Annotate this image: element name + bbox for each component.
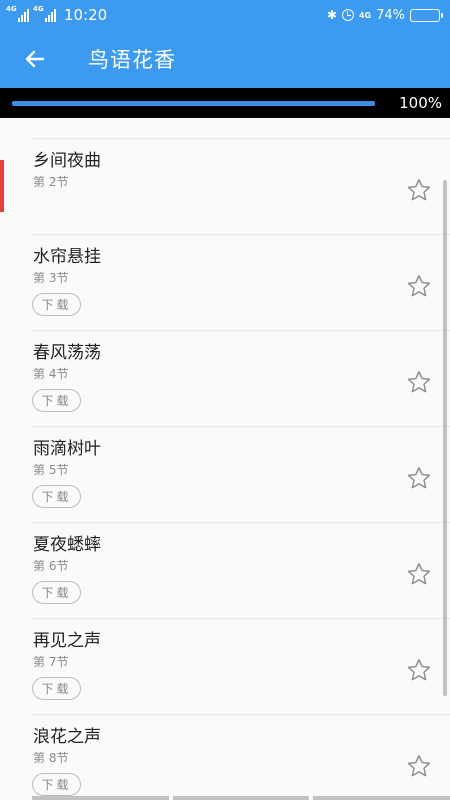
chapter-number: 第 4节 xyxy=(33,367,69,381)
download-button[interactable]: 下载 xyxy=(32,773,81,796)
status-time: 10:20 xyxy=(64,6,108,24)
page-title: 鸟语花香 xyxy=(88,48,176,72)
list-item[interactable]: 水帘悬挂第 3节下载 xyxy=(32,235,450,331)
chapter-title: 浪花之声 xyxy=(33,727,101,747)
star-outline-icon[interactable] xyxy=(406,753,432,779)
list-item[interactable]: 雨滴树叶第 5节下载 xyxy=(32,427,450,523)
star-outline-icon[interactable] xyxy=(406,561,432,587)
arrow-left-icon xyxy=(25,50,45,68)
chapter-list: 乡间夜曲第 2节 水帘悬挂第 3节 下载 春风荡荡第 4节 下载 雨滴树叶第 5节 下载 夏夜… xyxy=(0,139,450,800)
list-item[interactable]: 夏夜蟋蟀第 6节下载 xyxy=(32,523,450,619)
chapter-title: 夏夜蟋蟀 xyxy=(33,535,101,555)
status-left: 4G 4G 10:20 xyxy=(6,5,108,24)
list-item[interactable]: 乡间夜曲第 2节 xyxy=(32,139,450,235)
download-button[interactable]: 下载 xyxy=(32,581,81,604)
battery-icon xyxy=(410,8,443,22)
status-right: ✱ 4G 74% xyxy=(326,7,443,23)
chapter-title: 水帘悬挂 xyxy=(33,247,101,267)
network-4g-badge: 4G xyxy=(358,10,372,20)
list-item[interactable]: 春风荡荡第 4节下载 xyxy=(32,331,450,427)
star-outline-icon[interactable] xyxy=(406,177,432,203)
chapter-title: 再见之声 xyxy=(33,631,101,651)
chapter-number: 第 7节 xyxy=(33,655,69,669)
chapter-title: 雨滴树叶 xyxy=(33,439,101,459)
star-outline-icon[interactable] xyxy=(406,657,432,683)
chapter-number: 第 8节 xyxy=(33,751,69,765)
star-outline-icon[interactable] xyxy=(406,369,432,395)
download-button[interactable]: 下载 xyxy=(32,293,81,316)
download-button[interactable]: 下载 xyxy=(32,677,81,700)
back-button[interactable] xyxy=(0,30,70,88)
battery-percent: 74% xyxy=(376,7,405,23)
chapter-number: 第 6节 xyxy=(33,559,69,573)
scrollbar[interactable] xyxy=(443,180,447,696)
chapter-title: 乡间夜曲 xyxy=(33,151,101,171)
signal-sim1-icon: 4G xyxy=(6,5,29,22)
download-button[interactable]: 下载 xyxy=(32,389,81,412)
sim2-label: 4G xyxy=(33,5,44,13)
progress-track xyxy=(12,100,375,106)
progress-fill xyxy=(12,100,375,106)
list-item[interactable]: 再见之声第 7节下载 xyxy=(32,619,450,715)
chapter-title: 春风荡荡 xyxy=(33,343,101,363)
bottom-indicator xyxy=(32,796,450,800)
signal-sim2-icon: 4G xyxy=(33,5,56,22)
star-outline-icon[interactable] xyxy=(406,273,432,299)
app-bar: 鸟语花香 xyxy=(0,30,450,88)
list-item[interactable]: 浪花之声第 8节下载 xyxy=(32,715,450,800)
chapter-number: 第 3节 xyxy=(33,271,69,285)
chapter-number: 第 2节 xyxy=(33,175,69,189)
download-progress: 100% xyxy=(0,88,450,118)
progress-label: 100% xyxy=(399,94,442,112)
chapter-list-area[interactable]: 乡间夜曲第 2节 水帘悬挂第 3节 下载 春风荡荡第 4节 下载 雨滴树叶第 5节 下载 夏夜… xyxy=(0,118,450,800)
star-outline-icon[interactable] xyxy=(406,465,432,491)
status-bar: 4G 4G 10:20 ✱ 4G 74% xyxy=(0,0,450,30)
chapter-number: 第 5节 xyxy=(33,463,69,477)
alarm-icon xyxy=(341,9,354,21)
sim1-label: 4G xyxy=(6,5,17,13)
download-button[interactable]: 下载 xyxy=(32,485,81,508)
bluetooth-icon: ✱ xyxy=(326,8,337,22)
